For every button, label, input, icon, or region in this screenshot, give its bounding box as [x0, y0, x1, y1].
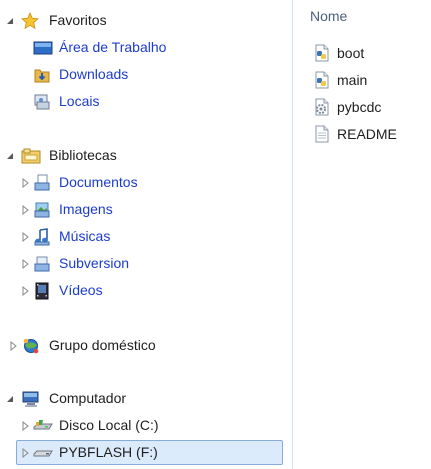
nav-group-homegroup[interactable]: Grupo doméstico: [0, 332, 292, 359]
file-list: Nome boot main pybcdc README: [293, 0, 431, 469]
nav-item-label: Músicas: [59, 228, 111, 244]
file-item-pybcdc[interactable]: pybcdc: [313, 96, 428, 118]
computer-icon: [21, 390, 39, 408]
nav-item-documents[interactable]: Documentos: [0, 169, 292, 196]
local-disk-icon: [33, 417, 53, 435]
nav-group-label: Computador: [49, 390, 127, 406]
videos-library-icon: [33, 282, 51, 300]
file-name: boot: [337, 45, 365, 61]
collapsed-arrow-icon[interactable]: [21, 259, 31, 269]
nav-item-desktop[interactable]: Área de Trabalho: [0, 34, 292, 61]
collapsed-arrow-icon[interactable]: [9, 341, 19, 351]
collapsed-arrow-icon[interactable]: [21, 178, 31, 188]
libraries-icon: [21, 147, 41, 165]
nav-item-recent-places[interactable]: Locais: [0, 88, 292, 115]
file-item-boot[interactable]: boot: [313, 42, 428, 64]
file-name: main: [337, 72, 368, 88]
nav-item-pybflash[interactable]: PYBFLASH (F:): [0, 439, 292, 466]
documents-library-icon: [33, 174, 51, 192]
homegroup-icon: [21, 337, 39, 355]
collapsed-arrow-icon[interactable]: [21, 286, 31, 296]
python-file-icon: [313, 71, 331, 89]
nav-item-label: PYBFLASH (F:): [59, 444, 158, 460]
column-header-name[interactable]: Nome: [310, 8, 347, 24]
nav-group-favorites[interactable]: Favoritos: [0, 7, 292, 34]
settings-file-icon: [313, 98, 331, 116]
file-name: pybcdc: [337, 99, 382, 115]
nav-item-videos[interactable]: Vídeos: [0, 277, 292, 304]
expanded-arrow-icon[interactable]: [5, 151, 15, 161]
navigation-pane: Favoritos Área de Trabalho Downloads Loc…: [0, 0, 292, 469]
nav-item-label: Área de Trabalho: [59, 39, 167, 55]
music-library-icon: [33, 228, 51, 246]
removable-drive-icon: [33, 444, 53, 462]
nav-item-pictures[interactable]: Imagens: [0, 196, 292, 223]
downloads-folder-icon: [33, 66, 51, 84]
python-file-icon: [313, 44, 331, 62]
collapsed-arrow-icon[interactable]: [21, 421, 31, 431]
nav-item-label: Imagens: [59, 201, 113, 217]
recent-places-icon: [33, 93, 51, 111]
nav-item-local-disk[interactable]: Disco Local (C:): [0, 412, 292, 439]
text-file-icon: [313, 125, 331, 143]
star-icon: [21, 12, 39, 30]
file-name: README: [337, 126, 397, 142]
expanded-arrow-icon[interactable]: [5, 394, 15, 404]
expanded-arrow-icon[interactable]: [5, 16, 15, 26]
nav-item-label: Subversion: [59, 255, 130, 271]
file-item-readme[interactable]: README: [313, 123, 428, 145]
file-item-main[interactable]: main: [313, 69, 428, 91]
collapsed-arrow-icon[interactable]: [21, 232, 31, 242]
nav-item-label: Documentos: [59, 174, 138, 190]
subversion-library-icon: [33, 255, 51, 273]
nav-item-label: Locais: [59, 93, 100, 109]
nav-group-computer[interactable]: Computador: [0, 385, 292, 412]
pictures-library-icon: [33, 201, 51, 219]
nav-group-libraries[interactable]: Bibliotecas: [0, 142, 292, 169]
nav-group-label: Bibliotecas: [49, 147, 117, 163]
nav-item-label: Downloads: [59, 66, 129, 82]
collapsed-arrow-icon[interactable]: [21, 448, 31, 458]
nav-item-music[interactable]: Músicas: [0, 223, 292, 250]
nav-item-label: Vídeos: [59, 282, 103, 298]
collapsed-arrow-icon[interactable]: [21, 205, 31, 215]
nav-group-label: Favoritos: [49, 12, 107, 28]
nav-item-label: Disco Local (C:): [59, 417, 159, 433]
desktop-icon: [33, 39, 53, 57]
nav-item-downloads[interactable]: Downloads: [0, 61, 292, 88]
nav-group-label: Grupo doméstico: [49, 337, 156, 353]
nav-item-subversion[interactable]: Subversion: [0, 250, 292, 277]
